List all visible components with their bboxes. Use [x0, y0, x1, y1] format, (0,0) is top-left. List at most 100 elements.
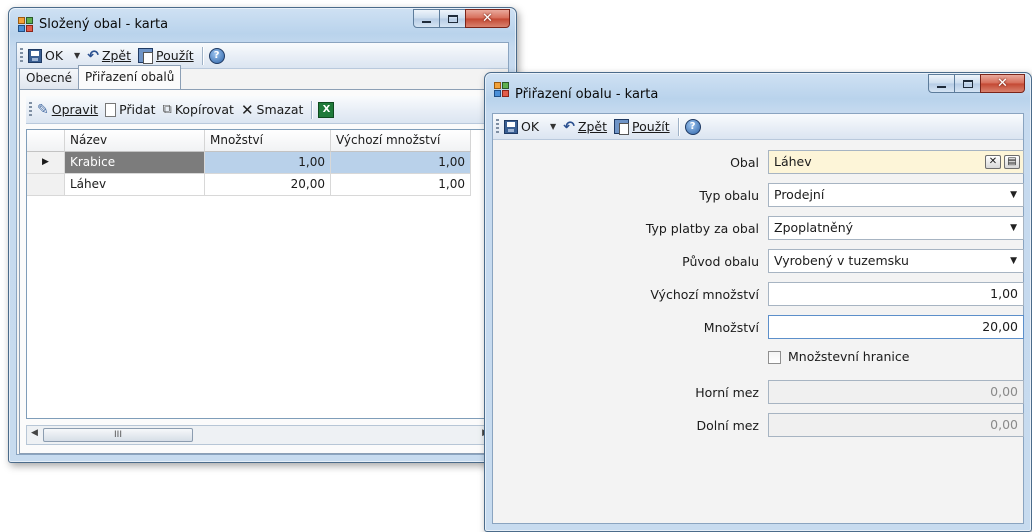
minimize-button[interactable]	[928, 74, 955, 93]
packaging-grid: Název Množství Výchozí množství ▶ Krabic…	[26, 129, 494, 419]
column-header-vychozi-mnozstvi[interactable]: Výchozí množství	[331, 130, 471, 152]
clear-icon[interactable]: ✕	[985, 155, 1001, 169]
window-title: Přiřazení obalu - karta	[515, 87, 659, 102]
add-label: Přidat	[119, 102, 156, 117]
mnozstevni-hranice-checkbox[interactable]	[768, 351, 781, 364]
copy-label: Kopírovat	[174, 102, 234, 117]
ok-button[interactable]: OK	[504, 119, 539, 134]
grid-toolbar: ✎ Opravit Přidat ⧉ Kopírovat ✕ Smazat X …	[26, 96, 500, 124]
obal-lookup-field[interactable]: Láhev ✕ ▤	[768, 150, 1024, 174]
toolbar-separator	[311, 100, 313, 119]
dolni-mez-input: 0,00	[768, 413, 1024, 437]
ok-button[interactable]: OK	[28, 48, 63, 63]
label-vychozi-mnozstvi: Výchozí množství	[650, 287, 759, 302]
delete-button[interactable]: ✕ Smazat	[241, 101, 303, 119]
back-button[interactable]: ↶ Zpět	[563, 119, 607, 135]
row-indicator-header	[27, 130, 65, 152]
save-icon	[504, 119, 518, 134]
puvod-value: Vyrobený v tuzemsku	[774, 253, 909, 268]
scroll-left-icon[interactable]: ◀	[31, 428, 38, 438]
ok-dropdown-arrow-icon[interactable]: ▼	[550, 122, 556, 131]
export-excel-button[interactable]: X	[318, 101, 335, 118]
lookup-list-icon[interactable]: ▤	[1004, 155, 1020, 169]
horizontal-scrollbar[interactable]: ◀ III ▶	[26, 425, 494, 445]
toolbar-grip[interactable]	[20, 47, 23, 64]
window-slozeny-obal: Složený obal - karta ✕ OK ▼ ↶ Zpět Použí…	[8, 7, 517, 463]
mnozstvi-input[interactable]: 20,00	[768, 315, 1024, 339]
typ-platby-select[interactable]: Zpoplatněný ▼	[768, 216, 1024, 240]
app-icon	[18, 17, 34, 33]
copy-button[interactable]: ⧉ Kopírovat	[163, 102, 234, 117]
excel-icon: X	[318, 101, 335, 118]
close-button[interactable]: ✕	[465, 9, 510, 28]
tab-page-prirazeni: ✎ Opravit Přidat ⧉ Kopírovat ✕ Smazat X …	[19, 89, 507, 454]
apply-label: Použít	[156, 48, 194, 63]
toolbar-separator	[677, 117, 679, 136]
ok-dropdown-arrow-icon[interactable]: ▼	[74, 51, 80, 60]
window-client-area: OK ▼ ↶ Zpět Použít ? Obal Typ obalu Typ …	[492, 113, 1024, 524]
column-header-nazev[interactable]: Název	[65, 130, 205, 152]
ok-label: OK	[521, 119, 540, 134]
typ-obalu-value: Prodejní	[774, 187, 825, 202]
close-icon: ✕	[997, 76, 1008, 91]
help-icon: ?	[684, 118, 701, 135]
delete-label: Smazat	[256, 102, 304, 117]
typ-obalu-select[interactable]: Prodejní ▼	[768, 183, 1024, 207]
apply-button[interactable]: Použít	[614, 119, 670, 135]
label-typ-platby: Typ platby za obal	[645, 221, 759, 236]
edit-label: Opravit	[51, 102, 99, 117]
cell-nazev[interactable]: Krabice	[65, 152, 205, 174]
back-label: Zpět	[577, 119, 608, 134]
window-prirazeni-obalu: Přiřazení obalu - karta ✕ OK ▼ ↶ Zpět Po…	[484, 72, 1032, 532]
edit-button[interactable]: ✎ Opravit	[37, 102, 98, 118]
table-row[interactable]: ▶ Krabice 1,00 1,00	[27, 152, 471, 174]
obal-value: Láhev	[774, 154, 812, 169]
maximize-button[interactable]	[954, 74, 981, 93]
horni-mez-input: 0,00	[768, 380, 1024, 404]
grid-header: Název Množství Výchozí množství	[27, 130, 471, 152]
window-titlebar[interactable]: Složený obal - karta ✕	[9, 8, 516, 42]
cell-nazev[interactable]: Láhev	[65, 174, 205, 196]
toolbar-separator	[201, 46, 203, 65]
minimize-icon	[422, 21, 431, 23]
table-row[interactable]: Láhev 20,00 1,00	[27, 174, 471, 196]
column-header-mnozstvi[interactable]: Množství	[205, 130, 331, 152]
close-button[interactable]: ✕	[980, 74, 1025, 93]
tab-obecne[interactable]: Obecné	[19, 68, 80, 89]
cell-mnozstvi[interactable]: 1,00	[205, 152, 331, 174]
copy-icon: ⧉	[162, 102, 172, 117]
vychozi-mnozstvi-input[interactable]: 1,00	[768, 282, 1024, 306]
cell-vychozi-mnozstvi[interactable]: 1,00	[331, 174, 471, 196]
apply-button[interactable]: Použít	[138, 48, 194, 64]
label-typ-obalu: Typ obalu	[699, 188, 759, 203]
label-dolni-mez: Dolní mez	[696, 418, 759, 433]
minimize-icon	[937, 86, 946, 88]
add-button[interactable]: Přidat	[105, 102, 156, 117]
back-label: Zpět	[101, 48, 132, 63]
maximize-button[interactable]	[439, 9, 466, 28]
back-button[interactable]: ↶ Zpět	[87, 48, 131, 64]
mnozstevni-hranice-label[interactable]: Množstevní hranice	[788, 349, 909, 364]
toolbar-grip[interactable]	[496, 118, 499, 135]
help-button[interactable]: ?	[208, 47, 225, 64]
tab-strip: Obecné Přiřazení obalů	[19, 65, 182, 89]
help-button[interactable]: ?	[684, 118, 701, 135]
toolbar-grip[interactable]	[29, 101, 32, 118]
label-obal: Obal	[730, 155, 759, 170]
row-pointer-icon: ▶	[27, 152, 65, 174]
tab-prirazeni-obalu[interactable]: Přiřazení obalů	[78, 65, 182, 89]
chevron-down-icon: ▼	[1010, 223, 1017, 233]
assignment-form: Obal Typ obalu Typ platby za obal Původ …	[493, 140, 1024, 523]
puvod-obalu-select[interactable]: Vyrobený v tuzemsku ▼	[768, 249, 1024, 273]
label-mnozstvi: Množství	[703, 320, 759, 335]
delete-x-icon: ✕	[240, 100, 254, 119]
window-titlebar[interactable]: Přiřazení obalu - karta ✕	[485, 73, 1031, 107]
apply-icon	[614, 119, 630, 135]
cell-vychozi-mnozstvi[interactable]: 1,00	[331, 152, 471, 174]
scroll-thumb[interactable]: III	[43, 428, 193, 442]
apply-icon	[138, 48, 154, 64]
app-icon	[494, 82, 510, 98]
cell-mnozstvi[interactable]: 20,00	[205, 174, 331, 196]
minimize-button[interactable]	[413, 9, 440, 28]
apply-label: Použít	[632, 119, 670, 134]
